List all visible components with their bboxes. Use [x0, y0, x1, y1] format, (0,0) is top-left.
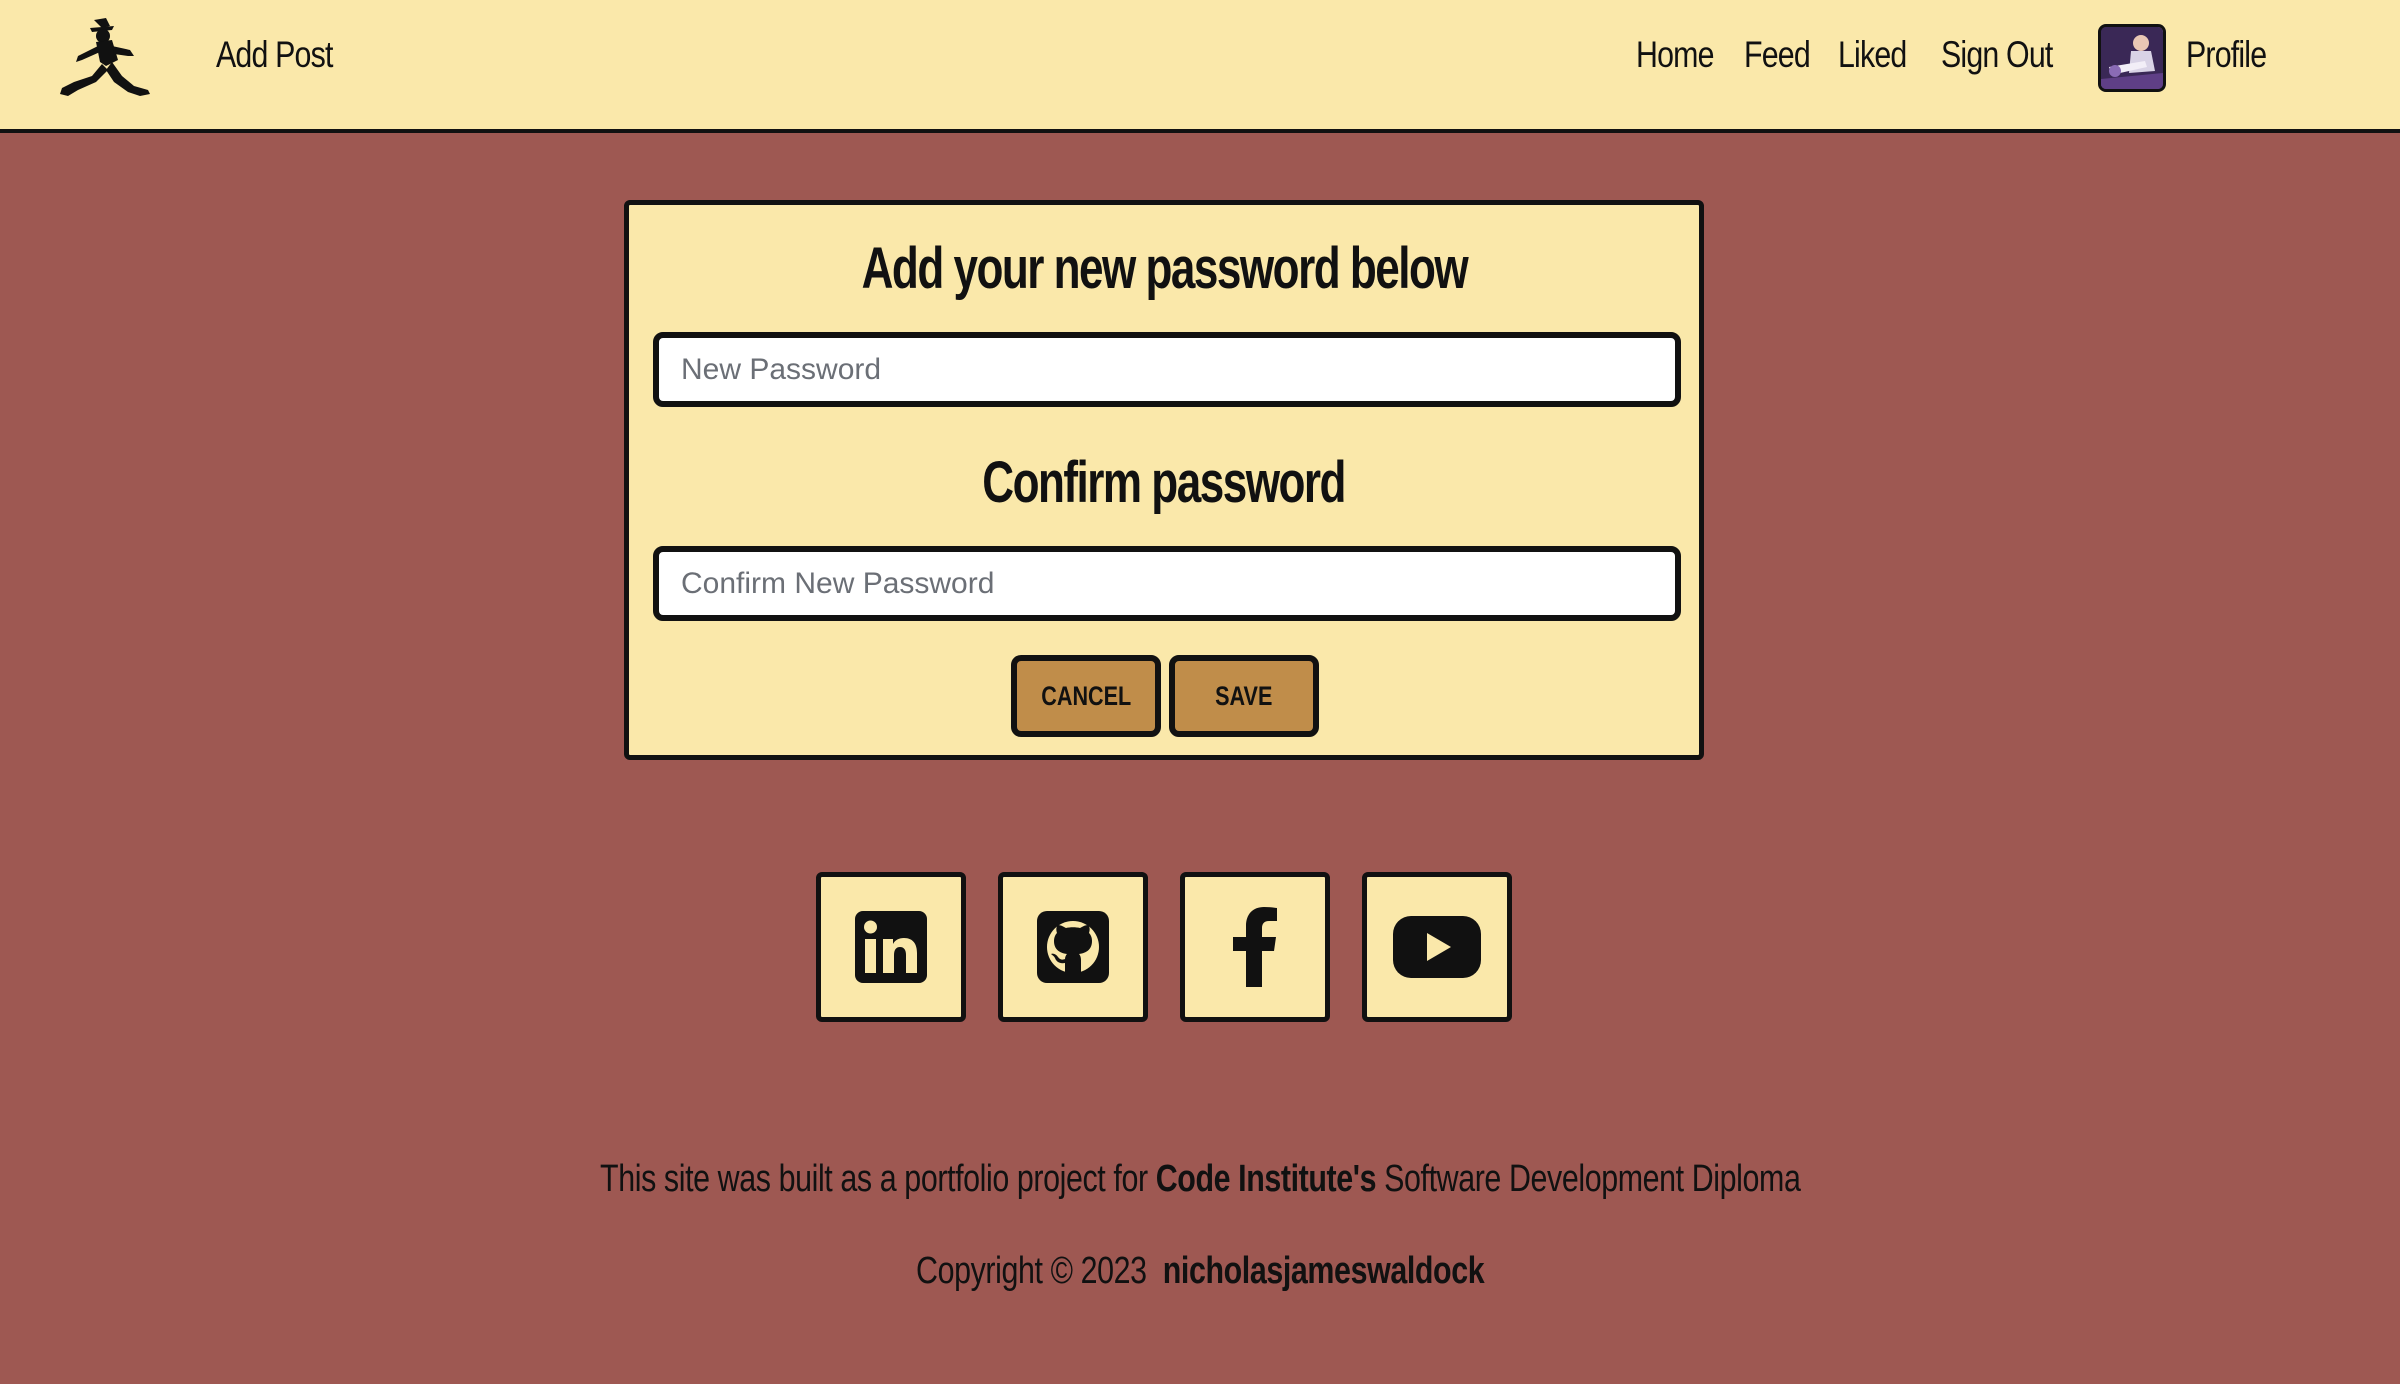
nav-home-link[interactable]: Home [1636, 34, 1714, 76]
profile-avatar[interactable] [2098, 24, 2166, 92]
facebook-icon [1233, 907, 1277, 987]
confirm-password-heading-text: Confirm password [982, 450, 1347, 515]
facebook-link[interactable] [1180, 872, 1330, 1022]
running-man-logo-icon[interactable] [56, 16, 152, 100]
linkedin-link[interactable] [816, 872, 966, 1022]
nav-add-post-link[interactable]: Add Post [216, 34, 333, 76]
nav-feed-link[interactable]: Feed [1744, 34, 1811, 76]
cancel-button-label: CANCEL [1041, 680, 1131, 711]
cancel-button[interactable]: CANCEL [1011, 655, 1161, 737]
new-password-heading-text: Add your new password below [861, 236, 1468, 301]
footer-copyright: Copyright © 2023 nicholasjameswaldock [0, 1250, 2400, 1293]
github-link[interactable] [998, 872, 1148, 1022]
footer-institute-name: Code Institute's [1155, 1158, 1376, 1200]
new-password-heading: Add your new password below [629, 235, 1699, 302]
save-button[interactable]: SAVE [1169, 655, 1319, 737]
footer-diploma-text: Software Development Diploma [1383, 1158, 1801, 1200]
youtube-icon [1393, 916, 1481, 978]
nav-sign-out-link[interactable]: Sign Out [1941, 34, 2053, 76]
author-link[interactable]: nicholasjameswaldock [1163, 1250, 1485, 1292]
footer-credit-text: This site was built as a portfolio proje… [599, 1158, 1148, 1200]
confirm-password-heading: Confirm password [629, 449, 1699, 516]
nav-liked-link[interactable]: Liked [1838, 34, 1907, 76]
youtube-link[interactable] [1362, 872, 1512, 1022]
copyright-text: Copyright © 2023 [915, 1250, 1147, 1292]
footer-credit: This site was built as a portfolio proje… [0, 1158, 2400, 1201]
save-button-label: SAVE [1215, 680, 1273, 711]
new-password-input[interactable] [653, 332, 1681, 407]
change-password-form: Add your new password below Confirm pass… [624, 200, 1704, 760]
nav-profile-link[interactable]: Profile [2186, 34, 2267, 76]
github-icon [1037, 911, 1109, 983]
linkedin-icon [855, 911, 927, 983]
navbar: Add Post Home Feed Liked Sign Out Profil… [0, 0, 2400, 133]
confirm-password-input[interactable] [653, 546, 1681, 621]
